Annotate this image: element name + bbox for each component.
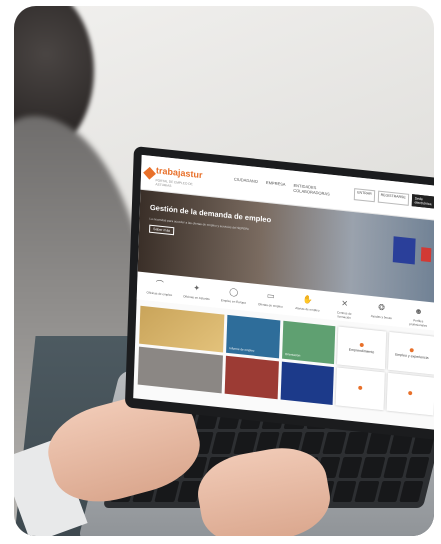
tile-dot-icon xyxy=(358,385,363,391)
hero-blue-block xyxy=(392,236,416,265)
icon-link-3[interactable]: ▭ Ofertas de empleo xyxy=(256,290,285,313)
icon-link-label: Oficinas en Asturias xyxy=(183,294,210,302)
tile-2[interactable]: Orientación xyxy=(281,320,336,365)
keyboard-key xyxy=(354,480,380,502)
main-nav: CIUDADANO EMPRESA ENTIDADES COLABORADORA… xyxy=(234,177,351,199)
nav-item-empresa[interactable]: EMPRESA xyxy=(266,180,286,192)
header-buttons: ENTRAR REGISTRARSE Sede electrónica xyxy=(353,188,434,210)
photo-card: trabajastur PORTAL DE EMPLEO DE ASTURIAS… xyxy=(14,6,434,536)
icon-link-label: Perfiles profesionales xyxy=(409,318,428,328)
icon-link-0[interactable]: ⌒ Oficinas de empleo xyxy=(145,278,174,301)
tile-dot-icon xyxy=(408,390,413,396)
keyboard-key xyxy=(366,432,392,454)
keyboard-key xyxy=(338,456,363,478)
hero-red-block xyxy=(420,247,432,263)
icon-link-label: Oficinas de empleo xyxy=(146,290,173,298)
tile-dot-icon xyxy=(409,348,415,353)
icon-link-1[interactable]: ✦ Oficinas en Asturias xyxy=(182,282,211,305)
laptop-screen: trabajastur PORTAL DE EMPLEO DE ASTURIAS… xyxy=(133,154,434,430)
hand-icon: ✋ xyxy=(302,294,313,305)
logo-subtitle: PORTAL DE EMPLEO DE ASTURIAS xyxy=(155,178,193,188)
nav-item-entidades[interactable]: ENTIDADES COLABORADORAS xyxy=(293,183,350,199)
icon-link-5[interactable]: ✕ Centros de formación xyxy=(330,298,359,321)
tile-label: Empleo y experiencia xyxy=(395,352,429,360)
tools-icon: ✕ xyxy=(341,298,349,309)
tile-5[interactable] xyxy=(137,346,224,394)
tile-label: Emprendimiento xyxy=(348,347,375,355)
tile-3[interactable]: Emprendimiento xyxy=(337,326,386,370)
lifebuoy-icon: ❂ xyxy=(378,302,386,313)
briefcase-icon: ▭ xyxy=(266,291,275,301)
tile-7[interactable] xyxy=(280,361,335,405)
sede-button[interactable]: Sede electrónica xyxy=(411,194,434,210)
tile-label: Informe de empleo xyxy=(229,346,255,353)
logo-mark-icon xyxy=(143,166,156,179)
keyboard-key xyxy=(344,432,369,454)
laptop-screen-frame: trabajastur PORTAL DE EMPLEO DE ASTURIAS… xyxy=(124,146,434,441)
icon-link-7[interactable]: ☻ Perfiles profesionales xyxy=(404,305,433,328)
keyboard-key xyxy=(399,480,424,502)
icon-link-label: Ayudas y becas xyxy=(370,313,392,321)
keyboard-key xyxy=(322,432,347,454)
nav-item-ciudadano[interactable]: CIUDADANO xyxy=(234,177,258,189)
icon-link-label: Empleo en Europa xyxy=(220,298,246,305)
tile-9[interactable] xyxy=(386,372,434,416)
hero-button[interactable]: Saber más xyxy=(149,224,175,236)
people-icon: ☻ xyxy=(414,306,423,317)
region-icon: ✦ xyxy=(193,283,201,293)
icon-link-4[interactable]: ✋ Alertas de empleo xyxy=(293,294,322,317)
tile-4[interactable]: Empleo y experiencia xyxy=(387,331,434,375)
tile-1[interactable]: Informe de empleo xyxy=(226,314,281,359)
globe-icon: ◯ xyxy=(229,287,239,297)
keyboard-key xyxy=(211,432,236,454)
tile-label: Orientación xyxy=(284,351,301,358)
register-button[interactable]: REGISTRARSE xyxy=(377,190,409,206)
site-logo[interactable]: trabajastur PORTAL DE EMPLEO DE ASTURIAS xyxy=(143,159,209,192)
tile-0[interactable] xyxy=(139,305,225,353)
keyboard-key xyxy=(233,432,258,454)
keyboard-key xyxy=(332,480,357,502)
keyboard-key xyxy=(382,456,408,478)
icon-link-label: Centros de formación xyxy=(336,310,352,320)
icon-link-6[interactable]: ❂ Ayudas y becas xyxy=(367,302,396,325)
keyboard-key xyxy=(376,480,402,502)
logo-text: trabajastur xyxy=(155,165,203,181)
tile-dot-icon xyxy=(359,342,364,348)
tile-6[interactable] xyxy=(224,355,279,400)
map-icon: ⌒ xyxy=(155,279,164,290)
login-button[interactable]: ENTRAR xyxy=(353,188,375,203)
keyboard-key xyxy=(405,456,430,478)
keyboard-key xyxy=(300,432,325,454)
icon-link-2[interactable]: ◯ Empleo en Europa xyxy=(219,286,248,309)
tile-8[interactable] xyxy=(335,367,385,411)
icon-link-label: Ofertas de empleo xyxy=(257,302,283,309)
icon-link-label: Alertas de empleo xyxy=(295,306,320,313)
keyboard-key xyxy=(360,456,386,478)
